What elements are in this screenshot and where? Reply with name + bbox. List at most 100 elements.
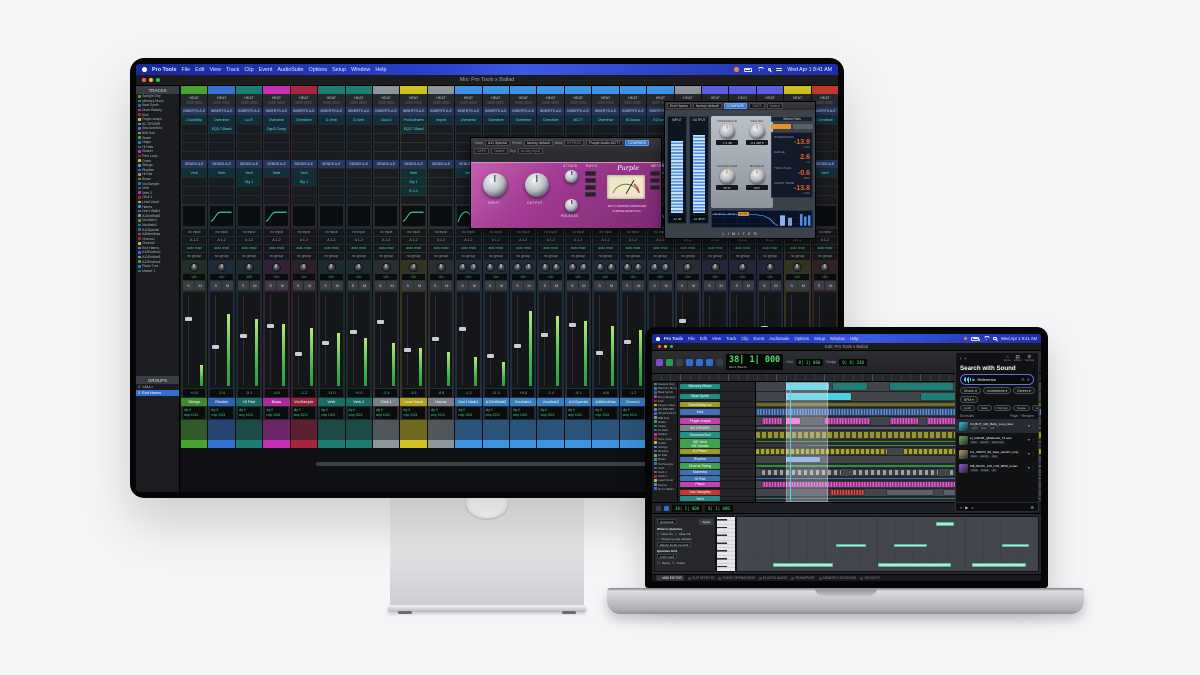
track-name-chip[interactable]: Memory Moon [680,384,720,389]
output-path-selector[interactable]: A 1-2 [621,237,645,244]
heat-post-button[interactable] [414,101,422,104]
send-slot[interactable] [374,178,398,186]
tag-chip-bass[interactable]: bass [977,405,991,411]
group-assign-selector[interactable]: no group [758,253,782,260]
automation-mode-selector[interactable]: auto read [264,245,288,252]
input-path-selector[interactable]: no input [621,229,645,236]
heat-pre-button[interactable] [405,101,413,104]
send-slot[interactable] [292,187,316,195]
timeline-selection[interactable] [786,382,828,502]
insert-slot[interactable] [182,143,206,151]
audio-clip[interactable] [890,383,953,390]
ceiling-knob[interactable]: CEILING -0.1 dBTP [744,119,770,145]
send-slot[interactable] [429,187,453,195]
group-item-end-harms[interactable]: 2End Harms [136,390,179,396]
midi-note[interactable] [894,544,927,547]
mute-button[interactable]: M [387,281,398,290]
menu-item-view[interactable]: View [209,67,221,73]
midi-note[interactable] [936,522,954,525]
automation-mode-selector[interactable]: auto read [209,245,233,252]
heat-pre-button[interactable] [433,101,441,104]
group-assign-selector[interactable]: no group [813,253,837,260]
result-tag[interactable]: loop [991,455,999,458]
pan-knob[interactable] [820,263,829,272]
spotlight-icon[interactable] [993,337,997,341]
automation-mode-selector[interactable]: auto read [538,245,562,252]
group-assign-selector[interactable]: no group [703,253,727,260]
mute-button[interactable]: M [661,281,672,290]
mute-button[interactable]: M [277,281,288,290]
insert-slot[interactable] [484,125,508,133]
send-slot[interactable] [347,196,371,204]
pan-knob[interactable] [650,263,659,272]
bottom-tab-transport[interactable]: TRANSPORT [791,576,815,580]
trim-tool-button[interactable] [686,359,693,366]
plugin-selector[interactable]: Purple Audio MC77 [586,140,623,146]
fader-area[interactable] [567,292,589,388]
group-assign-selector[interactable]: no group [209,253,233,260]
pan-knob[interactable] [437,263,446,272]
solo-button[interactable]: S [731,281,742,290]
pan-knob[interactable] [793,263,802,272]
solo-button[interactable]: S [210,281,221,290]
track-name-chip[interactable]: Beat Synth [680,394,720,399]
insert-slot[interactable] [182,134,206,142]
grid-value[interactable]: 0| 1| 000 [796,359,824,366]
output-path-selector[interactable]: A 1-2 [292,237,316,244]
insert-slot[interactable]: D-Verb [319,116,343,124]
output-path-selector[interactable]: A 1-2 [538,237,562,244]
pan-knob[interactable] [354,263,363,272]
track-name-chip[interactable]: Rhythm [680,457,720,462]
midi-counter[interactable]: 38| 1| 000 [672,505,702,512]
play-icon[interactable]: ▶ [965,505,968,510]
pan-knob[interactable] [766,263,775,272]
ratio-button[interactable] [585,185,596,190]
input-path-selector[interactable]: no input [374,229,398,236]
send-slot[interactable] [347,169,371,177]
send-slot[interactable]: Dly 1 [292,178,316,186]
insert-slot[interactable]: Overdrive [813,116,837,124]
heat-post-button[interactable] [825,101,833,104]
insert-slot[interactable] [538,125,562,133]
note-on-checkbox[interactable]: Note On [662,532,673,536]
heat-pre-button[interactable] [460,101,468,104]
output-path-selector[interactable]: A 1-2 [264,237,288,244]
fader-cap[interactable] [487,354,494,358]
menu-item-clip[interactable]: Clip [244,67,253,73]
insert-slot[interactable]: Overdrive [484,116,508,124]
send-slot[interactable] [237,187,261,195]
tag-chip-synth[interactable]: synth [960,405,975,411]
pan-knob[interactable] [272,263,281,272]
track-header-piano[interactable]: Piano [678,481,755,489]
mute-button[interactable]: M [743,281,754,290]
send-slot[interactable]: Dly 1 [401,178,425,186]
ratio-button[interactable] [585,171,596,176]
fader-cap[interactable] [514,344,521,348]
send-slot[interactable]: Verb [264,169,288,177]
group-assign-selector[interactable]: no group [456,253,480,260]
heat-pre-button[interactable] [542,101,550,104]
fader-cap[interactable] [185,317,192,321]
fader-area[interactable] [594,292,616,388]
main-counter[interactable]: 38| 1| 000 Bars|Beats [726,354,783,370]
mute-button[interactable]: M [195,281,206,290]
pan-knob[interactable] [738,263,747,272]
grid-value-selector[interactable]: 1/16 note ▾ [657,554,677,559]
pan-knob[interactable] [683,263,692,272]
insert-slot[interactable] [401,152,425,160]
midi-note[interactable] [773,563,833,566]
heat-pre-button[interactable] [268,101,276,104]
result-tag[interactable]: bass [980,427,988,430]
preserve-duration-checkbox[interactable]: Preserve note duration [662,537,692,541]
solo-button[interactable]: S [485,281,496,290]
heat-post-button[interactable] [332,101,340,104]
track-name-chip[interactable]: AC DRUMS [680,425,720,430]
meter-button[interactable] [650,171,660,176]
spotlight-icon[interactable] [768,68,772,72]
pan-knob-right[interactable] [469,263,478,272]
insert-slot[interactable] [813,152,837,160]
automation-mode-selector[interactable]: auto read [237,245,261,252]
fader-cap[interactable] [679,319,686,323]
solo-button[interactable]: S [567,281,578,290]
mute-button[interactable]: M [222,281,233,290]
